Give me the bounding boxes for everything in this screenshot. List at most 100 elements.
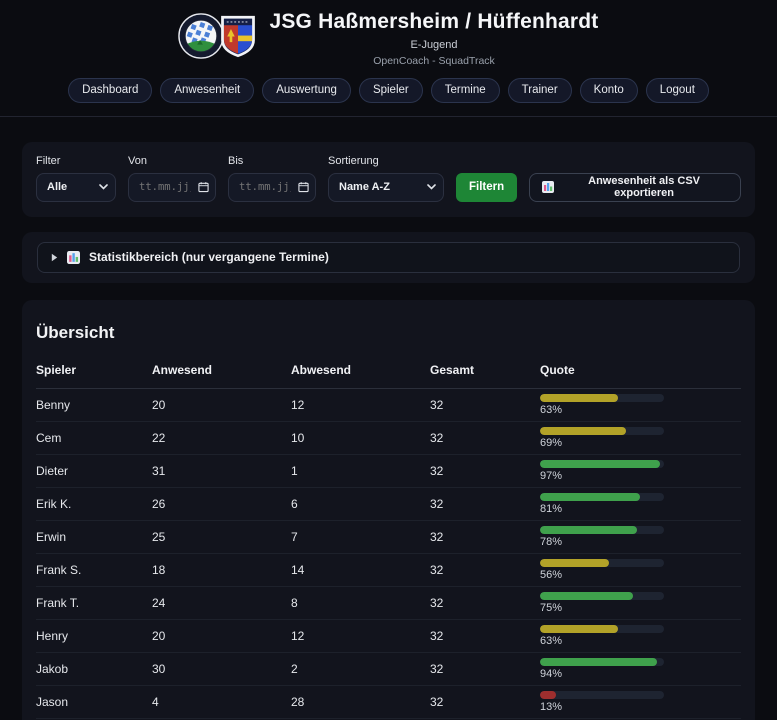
anwesend-value: 25 [152, 529, 166, 544]
quote-cell: 94% [540, 657, 741, 680]
abwesend-value: 14 [291, 562, 305, 577]
player-name: Dieter [36, 463, 69, 478]
filter-label: Filter [36, 154, 61, 167]
quote-progress-bar [540, 492, 664, 501]
quote-progress-fill [540, 591, 633, 600]
sortierung-label: Sortierung [328, 154, 379, 167]
quote-cell: 75% [540, 591, 741, 614]
quote-percent: 97% [540, 469, 563, 482]
abwesend-value: 1 [291, 463, 298, 478]
statistics-toggle-label: Statistikbereich (nur vergangene Termine… [89, 250, 329, 265]
nav-button-logout[interactable]: Logout [645, 78, 709, 103]
quote-progress-bar [540, 393, 664, 402]
quote-percent: 81% [540, 502, 563, 515]
quote-progress-bar [540, 525, 664, 534]
bis-label: Bis [228, 154, 244, 167]
overview-title: Übersicht [36, 322, 115, 342]
abwesend-value: 12 [291, 397, 305, 412]
player-name: Henry [36, 628, 69, 643]
quote-percent: 63% [540, 403, 563, 416]
anwesend-value: 20 [152, 628, 166, 643]
main-nav: Dashboard Anwesenheit Auswertung Spieler Ter… [0, 78, 777, 117]
quote-percent: 56% [540, 568, 563, 581]
quote-progress-bar [540, 459, 664, 468]
gesamt-value: 32 [430, 397, 444, 412]
statistics-section: Statistikbereich (nur vergangene Termine… [22, 231, 755, 283]
quote-percent: 94% [540, 667, 563, 680]
gesamt-value: 32 [430, 628, 444, 643]
quote-progress-fill [540, 624, 619, 633]
table-row: Jason 4 28 32 13% [36, 686, 741, 719]
table-row: Benny 20 12 32 63% [36, 389, 741, 422]
table-row: Erwin 25 7 32 78% [36, 521, 741, 554]
gesamt-value: 32 [430, 595, 444, 610]
quote-cell: 69% [540, 426, 741, 449]
quote-percent: 63% [540, 634, 563, 647]
quote-progress-fill [540, 690, 557, 699]
col-quote: Quote [540, 362, 575, 377]
nav-button-termine[interactable]: Termine [430, 78, 500, 103]
calendar-icon[interactable] [198, 182, 209, 193]
col-anwesend: Anwesend [152, 362, 213, 377]
table-row: Jakob 30 2 32 94% [36, 653, 741, 686]
anwesend-value: 26 [152, 496, 166, 511]
abwesend-value: 10 [291, 430, 305, 445]
anwesend-value: 31 [152, 463, 166, 478]
filter-select[interactable]: Alle [36, 172, 116, 202]
export-csv-button[interactable]: Anwesenheit als CSV exportieren [529, 172, 741, 202]
nav-button-spieler[interactable]: Spieler [358, 78, 423, 103]
quote-percent: 13% [540, 700, 563, 713]
quote-cell: 63% [540, 624, 741, 647]
col-spieler: Spieler [36, 362, 77, 377]
nav-button-anwesenheit[interactable]: Anwesenheit [160, 78, 255, 103]
nav-button-auswertung[interactable]: Auswertung [262, 78, 351, 103]
gesamt-value: 32 [430, 529, 444, 544]
nav-button-konto[interactable]: Konto [579, 78, 638, 103]
quote-progress-bar [540, 657, 664, 666]
table-row: Cem 22 10 32 69% [36, 422, 741, 455]
table-row: Frank T. 24 8 32 75% [36, 587, 741, 620]
table-row: Frank S. 18 14 32 56% [36, 554, 741, 587]
club-logo-hüffenhardt-icon [219, 14, 257, 64]
gesamt-value: 32 [430, 562, 444, 577]
abwesend-value: 28 [291, 694, 305, 709]
quote-progress-fill [540, 657, 657, 666]
overview-panel: Übersicht Spieler Anwesend Abwesend Gesa… [22, 299, 755, 720]
player-name: Cem [36, 430, 62, 445]
table-row: Henry 20 12 32 63% [36, 620, 741, 653]
filtern-button[interactable]: Filtern [456, 172, 518, 202]
anwesend-value: 22 [152, 430, 166, 445]
quote-cell: 97% [540, 459, 741, 482]
quote-progress-bar [540, 690, 664, 699]
quote-progress-fill [540, 426, 626, 435]
abwesend-value: 7 [291, 529, 298, 544]
filter-bar: Filter Alle Von Bis [22, 141, 755, 217]
nav-button-dashboard[interactable]: Dashboard [68, 78, 153, 103]
disclosure-triangle-icon [51, 253, 58, 262]
page-title: JSG Haßmersheim / Hüffenhardt [269, 10, 599, 33]
quote-cell: 56% [540, 558, 741, 581]
calendar-icon[interactable] [298, 182, 309, 193]
bar-chart-icon [67, 250, 80, 264]
quote-progress-fill [540, 393, 619, 402]
player-name: Erik K. [36, 496, 72, 511]
quote-progress-bar [540, 591, 664, 600]
table-body: Benny 20 12 32 63% Cem 22 10 32 69% Diet… [36, 389, 741, 720]
nav-button-trainer[interactable]: Trainer [507, 78, 572, 103]
sort-select[interactable]: Name A-Z [328, 172, 444, 202]
abwesend-value: 8 [291, 595, 298, 610]
quote-progress-fill [540, 525, 637, 534]
quote-cell: 81% [540, 492, 741, 515]
team-subtitle: E-Jugend [410, 39, 458, 51]
abwesend-value: 6 [291, 496, 298, 511]
quote-percent: 78% [540, 535, 563, 548]
table-row: Dieter 31 1 32 97% [36, 455, 741, 488]
gesamt-value: 32 [430, 496, 444, 511]
quote-progress-bar [540, 624, 664, 633]
anwesend-value: 20 [152, 397, 166, 412]
statistics-toggle[interactable]: Statistikbereich (nur vergangene Termine… [37, 241, 740, 273]
quote-progress-fill [540, 558, 610, 567]
gesamt-value: 32 [430, 694, 444, 709]
quote-progress-bar [540, 426, 664, 435]
table-header: Spieler Anwesend Abwesend Gesamt Quote [36, 363, 741, 389]
